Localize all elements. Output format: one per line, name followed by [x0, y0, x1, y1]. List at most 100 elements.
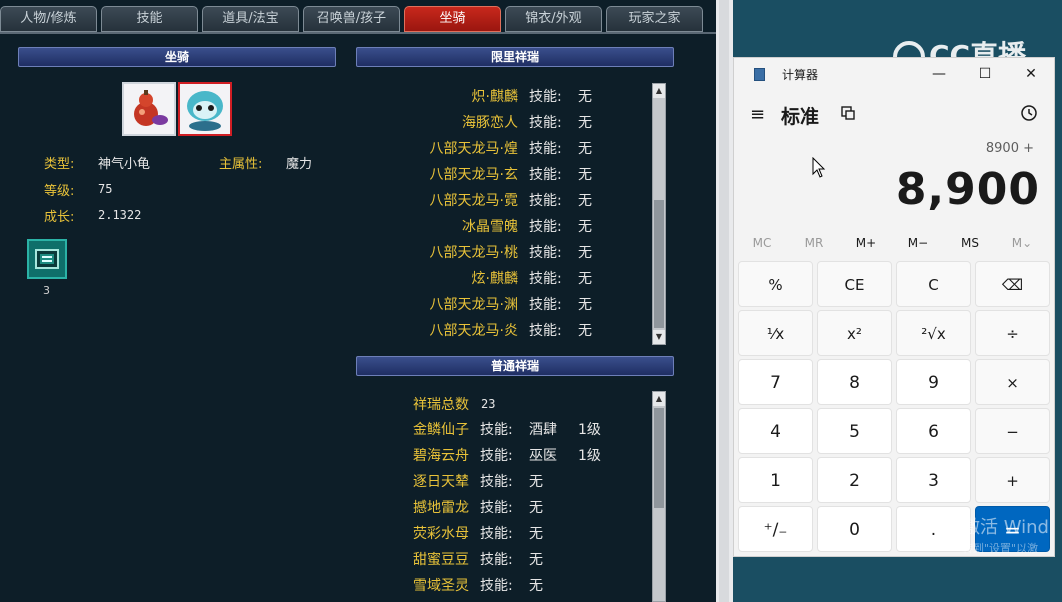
skill-label: 技能: — [480, 448, 513, 464]
digit-1-button[interactable]: 1 — [738, 457, 813, 503]
history-icon[interactable] — [1020, 104, 1038, 126]
mount-item-slot[interactable] — [27, 239, 67, 279]
divide-button[interactable]: ÷ — [975, 310, 1050, 356]
list-item[interactable]: 炽·麒麟 技能: 无 — [356, 84, 652, 110]
list-item[interactable]: 碧海云舟 技能: 巫医 1级 — [356, 443, 652, 469]
mount-name: 荧彩水母 — [413, 526, 469, 542]
calculator-window: 计算器 — ☐ ✕ ≡ 标准 8900 + 8,900 MC MR M+ M− … — [733, 57, 1055, 557]
mount-name: 甜蜜豆豆 — [413, 552, 469, 568]
clear-button[interactable]: C — [896, 261, 971, 307]
tab-skills[interactable]: 技能 — [101, 6, 198, 32]
skill-label: 技能: — [529, 89, 562, 105]
scroll-thumb[interactable] — [654, 408, 664, 508]
digit-9-button[interactable]: 9 — [896, 359, 971, 405]
limited-list-scrollbar[interactable]: ▲ ▼ — [652, 83, 666, 345]
list-item[interactable]: 金鳞仙子 技能: 酒肆 1级 — [356, 417, 652, 443]
skill-label: 技能: — [480, 552, 513, 568]
backspace-button[interactable]: ⌫ — [975, 261, 1050, 307]
keep-on-top-icon[interactable] — [840, 105, 856, 121]
list-item[interactable]: 撼地雷龙 技能: 无 — [356, 495, 652, 521]
list-item[interactable]: 八部天龙马·渊 技能: 无 — [356, 292, 652, 318]
mount-name: 八部天龙马·煌 — [429, 141, 518, 157]
list-item[interactable]: 炫·麒麟 技能: 无 — [356, 266, 652, 292]
square-root-button[interactable]: ²√x — [896, 310, 971, 356]
type-label: 类型: — [44, 157, 75, 172]
memory-store-button[interactable]: MS — [944, 236, 996, 250]
calculator-display: 8,900 — [895, 164, 1040, 215]
digit-7-button[interactable]: 7 — [738, 359, 813, 405]
mount-name: 炽·麒麟 — [471, 89, 518, 105]
normal-panel-header: 普通祥瑞 — [356, 356, 674, 376]
skill-value: 无 — [578, 167, 592, 183]
digit-6-button[interactable]: 6 — [896, 408, 971, 454]
normal-list-scrollbar[interactable]: ▲ — [652, 391, 666, 602]
list-item[interactable]: 雪域圣灵 技能: 无 — [356, 573, 652, 599]
digit-2-button[interactable]: 2 — [817, 457, 892, 503]
minimize-button[interactable]: — — [924, 62, 954, 86]
list-item[interactable]: 八部天龙马·桃 技能: 无 — [356, 240, 652, 266]
tab-home[interactable]: 玩家之家 — [606, 6, 703, 32]
scroll-up-arrow-icon[interactable]: ▲ — [653, 84, 665, 98]
scroll-thumb[interactable] — [654, 200, 664, 328]
scroll-down-arrow-icon[interactable]: ▼ — [653, 330, 665, 344]
total-value: 23 — [481, 397, 496, 411]
list-item[interactable]: 逐日天辇 技能: 无 — [356, 469, 652, 495]
main-attr-label: 主属性: — [219, 157, 263, 172]
memory-list-button[interactable]: M⌄ — [996, 236, 1048, 250]
tab-character[interactable]: 人物/修炼 — [0, 6, 97, 32]
subtract-button[interactable]: − — [975, 408, 1050, 454]
menu-icon[interactable]: ≡ — [750, 106, 766, 124]
tab-outfit[interactable]: 锦衣/外观 — [505, 6, 602, 32]
list-item[interactable]: 冰晶雪魄 技能: 无 — [356, 214, 652, 240]
skill-label: 技能: — [480, 500, 513, 516]
mount-equipment-icon — [35, 249, 59, 269]
tab-mount[interactable]: 坐骑 — [404, 6, 501, 32]
digit-0-button[interactable]: 0 — [817, 506, 892, 552]
multiply-button[interactable]: × — [975, 359, 1050, 405]
memory-clear-button[interactable]: MC — [736, 236, 788, 250]
skill-value: 无 — [529, 578, 543, 594]
calculator-expression: 8900 + — [985, 141, 1034, 156]
mount-avatar-1[interactable] — [122, 82, 176, 136]
mount-name: 八部天龙马·霓 — [429, 193, 518, 209]
list-item[interactable]: 甜蜜豆豆 技能: 无 — [356, 547, 652, 573]
mount-name: 撼地雷龙 — [413, 500, 469, 516]
list-item[interactable]: 八部天龙马·霓 技能: 无 — [356, 188, 652, 214]
negate-button[interactable]: ⁺∕₋ — [738, 506, 813, 552]
tab-items[interactable]: 道具/法宝 — [202, 6, 299, 32]
skill-level: 1级 — [578, 448, 601, 464]
scroll-up-arrow-icon[interactable]: ▲ — [653, 392, 665, 406]
close-button[interactable]: ✕ — [1016, 62, 1046, 86]
square-button[interactable]: x² — [817, 310, 892, 356]
mount-avatar-2[interactable] — [178, 82, 232, 136]
memory-add-button[interactable]: M+ — [840, 236, 892, 250]
tab-summons[interactable]: 召唤兽/孩子 — [303, 6, 400, 32]
digit-5-button[interactable]: 5 — [817, 408, 892, 454]
add-button[interactable]: + — [975, 457, 1050, 503]
list-item[interactable]: 八部天龙马·玄 技能: 无 — [356, 162, 652, 188]
skill-value: 无 — [529, 474, 543, 490]
list-item[interactable]: 八部天龙马·炎 技能: 无 — [356, 318, 652, 344]
memory-recall-button[interactable]: MR — [788, 236, 840, 250]
mount-name: 逐日天辇 — [413, 474, 469, 490]
skill-value: 无 — [529, 526, 543, 542]
mouse-pointer-icon — [812, 157, 826, 178]
level-value: 75 — [98, 182, 113, 196]
memory-subtract-button[interactable]: M− — [892, 236, 944, 250]
skill-value: 无 — [578, 141, 592, 157]
calculator-titlebar[interactable]: 计算器 — ☐ ✕ — [734, 58, 1054, 92]
list-item[interactable]: 荧彩水母 技能: 无 — [356, 521, 652, 547]
growth-label: 成长: — [44, 210, 75, 225]
list-item[interactable]: 海豚恋人 技能: 无 — [356, 110, 652, 136]
digit-3-button[interactable]: 3 — [896, 457, 971, 503]
digit-8-button[interactable]: 8 — [817, 359, 892, 405]
maximize-button[interactable]: ☐ — [970, 62, 1000, 86]
clear-entry-button[interactable]: CE — [817, 261, 892, 307]
decimal-button[interactable]: . — [896, 506, 971, 552]
reciprocal-button[interactable]: ¹⁄x — [738, 310, 813, 356]
digit-4-button[interactable]: 4 — [738, 408, 813, 454]
type-value: 神气小龟 — [98, 157, 151, 172]
percent-button[interactable]: % — [738, 261, 813, 307]
list-item[interactable]: 八部天龙马·煌 技能: 无 — [356, 136, 652, 162]
tab-bar: 人物/修炼 技能 道具/法宝 召唤兽/孩子 坐骑 锦衣/外观 玩家之家 — [0, 6, 716, 33]
